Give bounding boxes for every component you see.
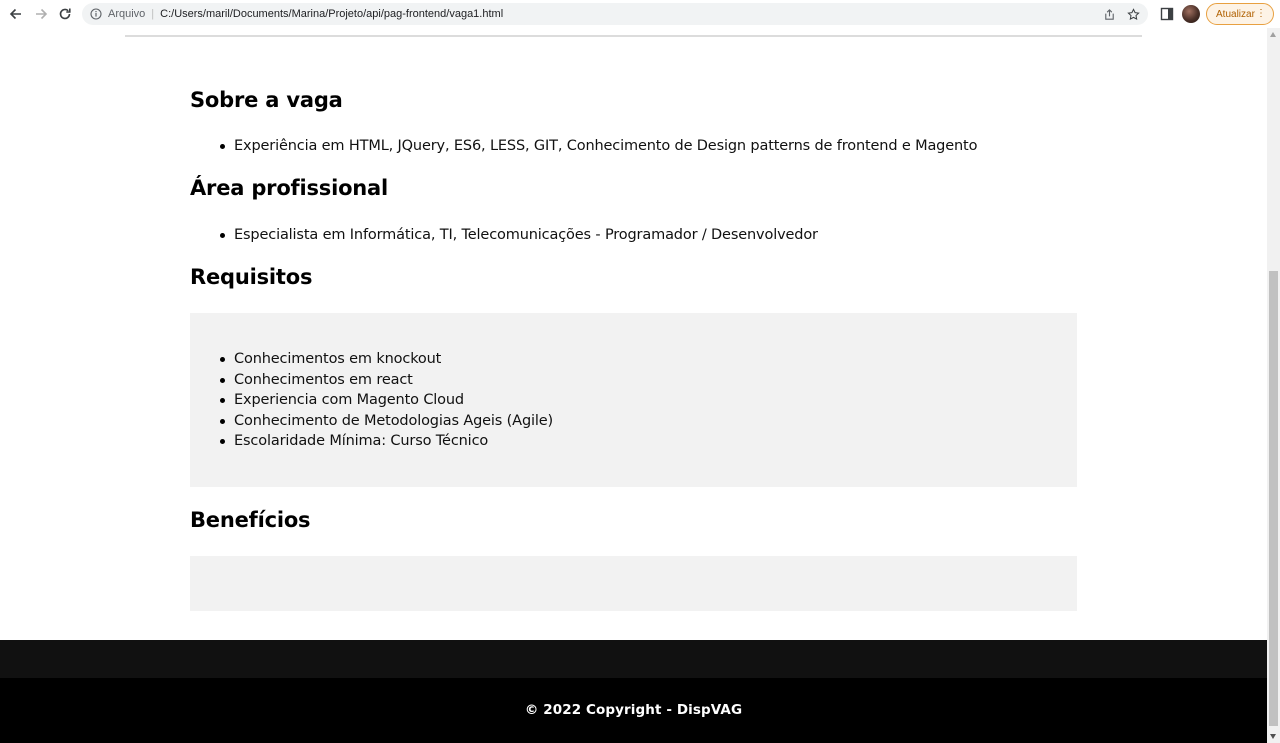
list-item: Experiência em HTML, JQuery, ES6, LESS, … — [219, 136, 977, 157]
side-panel-icon[interactable] — [1160, 7, 1174, 21]
browser-toolbar: Arquivo | C:/Users/maril/Documents/Marin… — [0, 0, 1280, 28]
list-item: Conhecimentos em react — [219, 370, 553, 391]
back-button[interactable] — [6, 4, 26, 24]
arrow-right-icon — [36, 8, 48, 20]
more-menu-icon: ⋮ — [1256, 8, 1266, 19]
page-content: Sobre a vaga Experiência em HTML, JQuery… — [0, 28, 1267, 743]
section-title-benefits: Benefícios — [190, 508, 311, 532]
scroll-down-arrow-icon[interactable] — [1270, 734, 1276, 739]
update-button[interactable]: Atualizar ⋮ — [1206, 3, 1274, 25]
info-icon[interactable] — [90, 8, 102, 20]
footer-band — [0, 640, 1267, 678]
update-button-label: Atualizar — [1216, 8, 1255, 20]
list-item: Conhecimento de Metodologias Ageis (Agil… — [219, 411, 553, 432]
copyright-text: © 2022 Copyright - DispVAG — [524, 702, 743, 718]
about-list: Experiência em HTML, JQuery, ES6, LESS, … — [219, 136, 977, 157]
list-item: Especialista em Informática, TI, Telecom… — [220, 225, 818, 246]
area-list: Especialista em Informática, TI, Telecom… — [220, 225, 818, 246]
scroll-up-arrow-icon[interactable] — [1270, 32, 1276, 37]
share-icon[interactable] — [1102, 7, 1116, 21]
list-item: Escolaridade Mínima: Curso Técnico — [219, 431, 553, 452]
url-scheme-label: Arquivo — [108, 8, 146, 20]
arrow-left-icon — [9, 8, 21, 20]
reload-icon — [59, 8, 71, 20]
section-title-requirements: Requisitos — [190, 265, 313, 289]
scrollbar-thumb[interactable] — [1269, 271, 1278, 726]
divider — [125, 35, 1142, 37]
section-title-area: Área profissional — [190, 176, 389, 200]
url-separator: | — [151, 8, 155, 20]
footer: © 2022 Copyright - DispVAG — [0, 678, 1267, 743]
url-text[interactable]: C:/Users/maril/Documents/Marina/Projeto/… — [160, 8, 503, 20]
profile-avatar[interactable] — [1182, 5, 1200, 23]
section-title-about: Sobre a vaga — [190, 88, 343, 112]
vertical-scrollbar[interactable] — [1267, 28, 1280, 743]
list-item: Conhecimentos em knockout — [219, 349, 553, 370]
bookmark-star-icon[interactable] — [1126, 7, 1140, 21]
forward-button[interactable] — [31, 4, 51, 24]
requirements-list: Conhecimentos em knockout Conhecimentos … — [219, 349, 553, 452]
address-bar[interactable]: Arquivo | C:/Users/maril/Documents/Marin… — [82, 3, 1148, 25]
list-item: Experiencia com Magento Cloud — [219, 390, 553, 411]
benefits-box — [190, 556, 1077, 611]
reload-button[interactable] — [55, 4, 75, 24]
